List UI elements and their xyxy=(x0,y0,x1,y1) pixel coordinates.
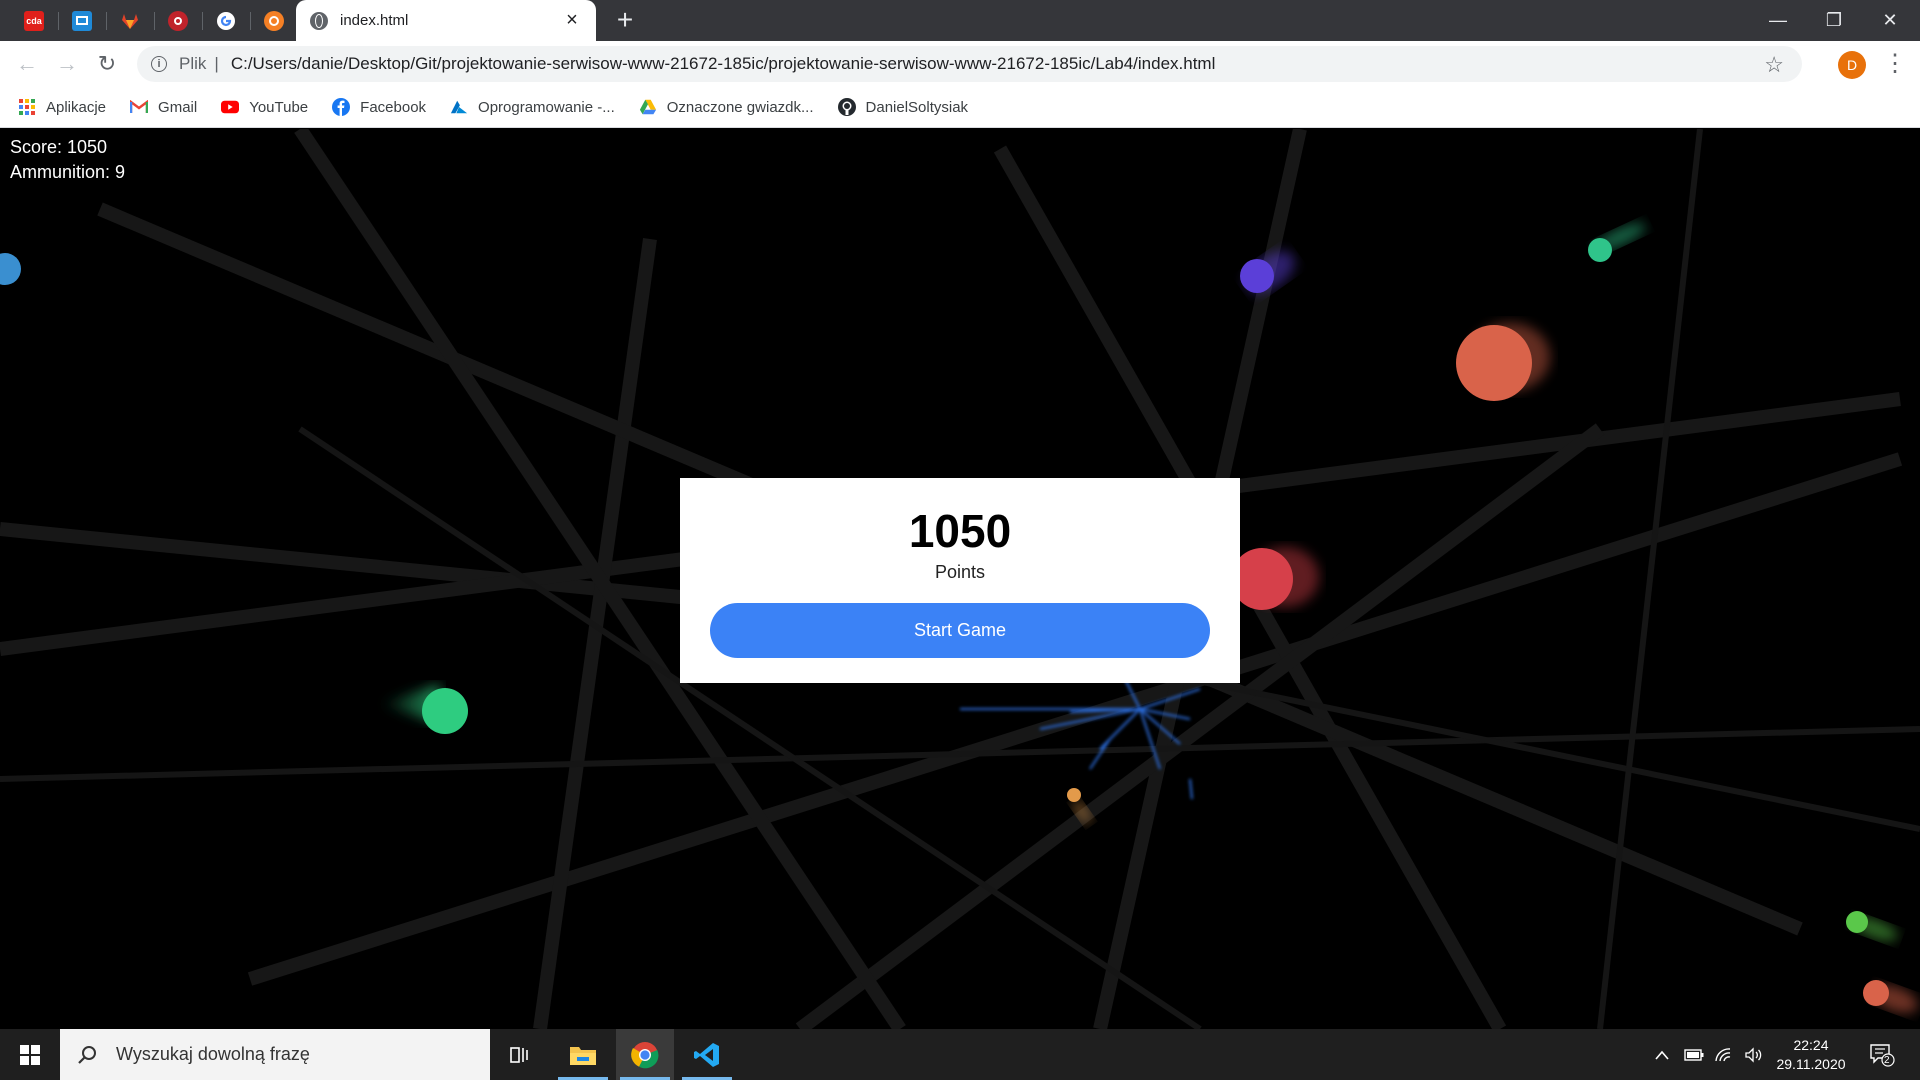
vscode-icon xyxy=(694,1042,719,1067)
azure-icon xyxy=(450,98,468,116)
enemy-green xyxy=(422,688,468,734)
bookmark-oznaczone[interactable]: Oznaczone gwiazdk... xyxy=(639,98,814,116)
bookmark-aplikacje[interactable]: Aplikacje xyxy=(18,98,106,116)
reload-button[interactable]: ↻ xyxy=(90,47,124,81)
enemy-teal xyxy=(1588,238,1612,262)
close-tab-icon[interactable]: × xyxy=(562,9,582,32)
bookmark-star-icon[interactable]: ☆ xyxy=(1764,52,1784,78)
clock-date: 29.11.2020 xyxy=(1776,1056,1846,1072)
bookmark-oprogramowanie[interactable]: Oprogramowanie -... xyxy=(450,98,615,116)
game-canvas[interactable]: Score: 1050 Ammunition: 9 1050 Points St… xyxy=(0,129,1920,1029)
tab-title: index.html xyxy=(340,12,409,29)
ammunition-display: Ammunition: 9 xyxy=(10,162,126,182)
drive-icon xyxy=(639,98,657,116)
speaker-icon xyxy=(1745,1046,1762,1063)
bookmark-label: Facebook xyxy=(360,98,427,116)
enemy-purple xyxy=(1240,259,1274,293)
profile-avatar[interactable]: D xyxy=(1838,51,1866,79)
network-button[interactable] xyxy=(1710,1029,1738,1080)
facebook-icon xyxy=(332,98,351,116)
youtube-icon xyxy=(221,98,240,116)
game-over-modal: 1050 Points Start Game xyxy=(680,478,1240,683)
apps-icon xyxy=(18,98,36,116)
enemy-orange xyxy=(1456,325,1532,401)
task-view-button[interactable] xyxy=(491,1029,549,1080)
task-view-icon xyxy=(510,1046,528,1063)
pinned-tab-ubuntu[interactable] xyxy=(250,0,298,41)
ubuntu-icon xyxy=(264,10,284,31)
google-icon xyxy=(217,11,235,30)
taskbar-chrome[interactable] xyxy=(616,1029,674,1080)
address-separator: | xyxy=(214,54,219,73)
taskbar-file-explorer[interactable] xyxy=(554,1029,612,1080)
battery-icon xyxy=(1684,1048,1704,1061)
back-button[interactable]: ← xyxy=(10,47,44,81)
bookmark-label: Gmail xyxy=(158,98,198,116)
enemy-lime xyxy=(1846,911,1868,933)
windows-taskbar: Wyszukaj dowolną frazę 22:24 29.11.2020 … xyxy=(0,1029,1920,1080)
gitlab-icon xyxy=(122,13,138,29)
search-placeholder: Wyszukaj dowolną frazę xyxy=(116,1044,310,1064)
taskbar-vscode[interactable] xyxy=(678,1029,736,1080)
browser-toolbar: ← → ↻ i Plik | C:/Users/danie/Desktop/Gi… xyxy=(0,41,1920,87)
chrome-icon xyxy=(631,1041,659,1068)
pinned-tab-cda[interactable]: cda xyxy=(10,0,58,41)
bookmark-youtube[interactable]: YouTube xyxy=(221,98,308,116)
globe-icon xyxy=(310,11,328,30)
enemy-blue xyxy=(0,253,21,285)
enemy-coral xyxy=(1863,980,1889,1006)
bookmark-facebook[interactable]: Facebook xyxy=(332,98,426,116)
bookmarks-bar: Aplikacje Gmail YouTube Facebook Oprogra… xyxy=(0,87,1920,128)
tab-index-html[interactable]: index.html × xyxy=(296,0,596,41)
pinned-tab-monitor[interactable] xyxy=(58,0,106,41)
bookmark-danielsoltysiak[interactable]: DanielSoltysiak xyxy=(837,98,969,116)
points-label: Points xyxy=(934,562,986,582)
browser-menu-icon[interactable]: ⋮ xyxy=(1883,49,1907,79)
tab-strip: cda index.html × + — ❐ ✕ xyxy=(0,0,1920,41)
pinned-tab-vivaldi[interactable] xyxy=(154,0,202,41)
minimize-button[interactable]: — xyxy=(1750,0,1806,41)
action-center-button[interactable]: 2 xyxy=(1862,1029,1902,1080)
pinned-tab-gitlab[interactable] xyxy=(106,0,154,41)
search-icon xyxy=(76,1044,98,1066)
show-hidden-icons-button[interactable] xyxy=(1650,1029,1674,1080)
volume-button[interactable] xyxy=(1740,1029,1768,1080)
gmail-icon xyxy=(130,98,149,116)
enemy-red xyxy=(1231,548,1293,610)
battery-button[interactable] xyxy=(1680,1029,1708,1080)
clock-time: 22:24 xyxy=(1793,1037,1829,1053)
bookmark-label: Oprogramowanie -... xyxy=(478,98,615,116)
notification-count: 2 xyxy=(1884,1055,1890,1066)
forward-button[interactable]: → xyxy=(50,47,84,81)
address-url[interactable]: C:/Users/danie/Desktop/Git/projektowanie… xyxy=(231,54,1216,74)
wifi-icon xyxy=(1715,1047,1731,1061)
close-window-button[interactable]: ✕ xyxy=(1862,0,1918,41)
pinned-tab-google[interactable] xyxy=(202,0,250,41)
notifications-icon xyxy=(1870,1043,1895,1067)
windows-logo-icon xyxy=(20,1044,40,1065)
taskbar-clock[interactable]: 22:24 29.11.2020 xyxy=(1768,1036,1854,1074)
windows-start-button[interactable] xyxy=(0,1029,60,1080)
bookmark-label: DanielSoltysiak xyxy=(865,98,969,116)
vivaldi-icon xyxy=(168,10,188,31)
chevron-up-icon xyxy=(1655,1050,1669,1060)
start-game-button[interactable]: Start Game xyxy=(710,603,1210,658)
folder-icon xyxy=(570,1046,596,1065)
info-icon[interactable]: i xyxy=(151,56,167,72)
taskbar-search-box[interactable]: Wyszukaj dowolną frazę xyxy=(60,1029,490,1080)
bookmark-label: Oznaczone gwiazdk... xyxy=(666,98,814,116)
enemy-amber xyxy=(1067,788,1081,802)
final-score: 1050 xyxy=(908,505,1012,557)
github-icon xyxy=(837,98,856,116)
address-bar[interactable]: i Plik | C:/Users/danie/Desktop/Git/proj… xyxy=(137,46,1802,82)
score-display: Score: 1050 xyxy=(10,137,108,157)
bookmark-gmail[interactable]: Gmail xyxy=(130,98,197,116)
cda-icon: cda xyxy=(24,10,44,31)
bookmark-label: YouTube xyxy=(249,98,309,116)
new-tab-button[interactable]: + xyxy=(610,6,640,36)
restore-button[interactable]: ❐ xyxy=(1806,0,1862,41)
monitor-icon xyxy=(72,10,92,31)
address-scheme: Plik xyxy=(179,54,207,73)
bookmark-label: Aplikacje xyxy=(46,98,107,116)
